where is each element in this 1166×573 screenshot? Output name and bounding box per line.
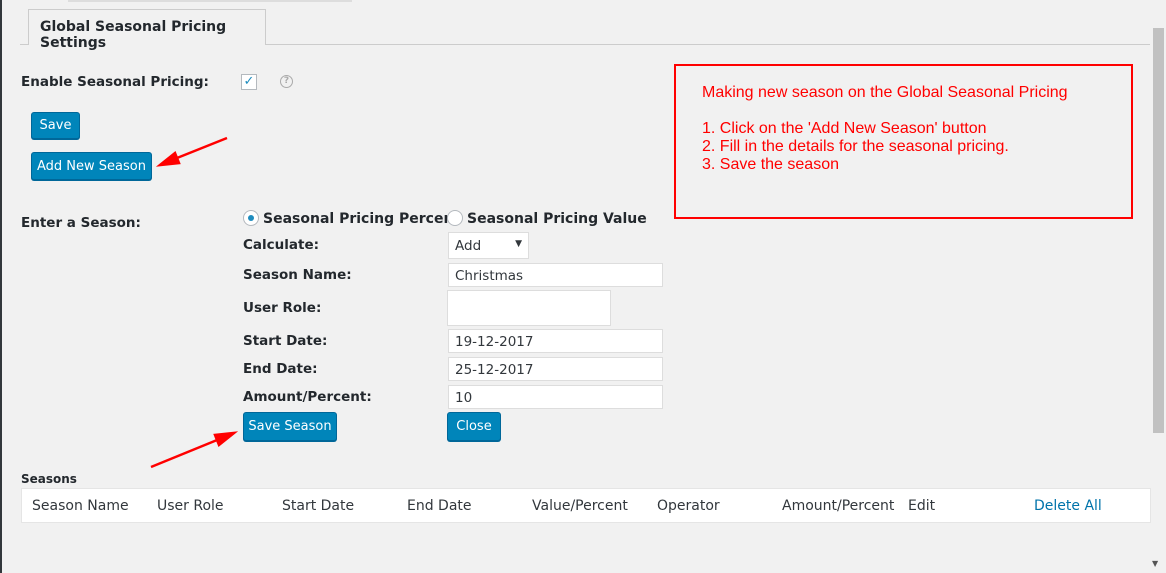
annotation-step: 1. Click on the 'Add New Season' button (702, 120, 987, 137)
user-role-input[interactable] (447, 290, 611, 326)
enable-seasonal-pricing-label: Enable Seasonal Pricing: (21, 74, 209, 90)
close-button[interactable]: Close (447, 412, 501, 441)
column-header: Operator (657, 498, 720, 514)
radio-value-label: Seasonal Pricing Value (467, 211, 647, 227)
start-date-label: Start Date: (243, 333, 328, 349)
amount-percent-label: Amount/Percent: (243, 389, 372, 405)
column-header: End Date (407, 498, 472, 514)
admin-sidebar-edge (0, 0, 2, 573)
column-header: Amount/Percent (782, 498, 895, 514)
delete-all-link[interactable]: Delete All (1034, 498, 1102, 514)
column-header: Start Date (282, 498, 355, 514)
save-button[interactable]: Save (31, 112, 80, 139)
annotation-step: 2. Fill in the details for the seasonal … (702, 138, 1009, 155)
top-divider (68, 0, 352, 2)
radio-seasonal-pricing-percent[interactable] (243, 210, 259, 226)
question-circle-icon[interactable]: ? (280, 75, 293, 88)
calculate-label: Calculate: (243, 237, 320, 253)
seasons-table-header: Season Name User Role Start Date End Dat… (21, 488, 1151, 523)
add-new-season-button[interactable]: Add New Season (31, 152, 152, 180)
red-arrow-add-season (155, 136, 228, 167)
user-role-label: User Role: (243, 300, 322, 316)
end-date-label: End Date: (243, 361, 318, 377)
column-header: Season Name (32, 498, 129, 514)
season-name-input[interactable]: Christmas (448, 263, 663, 287)
column-header: Value/Percent (532, 498, 628, 514)
amount-percent-input[interactable]: 10 (448, 385, 663, 409)
enable-seasonal-pricing-checkbox[interactable]: ✓ (241, 74, 257, 90)
season-name-label: Season Name: (243, 267, 352, 283)
column-header: User Role (157, 498, 224, 514)
seasons-title: Seasons (21, 472, 77, 486)
annotation-title: Making new season on the Global Seasonal… (702, 84, 1068, 101)
scroll-down-arrow-icon[interactable]: ▼ (1152, 559, 1158, 568)
annotation-step: 3. Save the season (702, 156, 839, 173)
instruction-annotation: Making new season on the Global Seasonal… (674, 64, 1133, 219)
tab-global-seasonal-pricing[interactable]: Global Seasonal Pricing Settings (28, 9, 266, 51)
calculate-select[interactable]: Add ▼ (448, 232, 529, 259)
end-date-input[interactable]: 25-12-2017 (448, 357, 663, 381)
column-header: Edit (908, 498, 936, 514)
start-date-input[interactable]: 19-12-2017 (448, 329, 663, 353)
dropdown-arrow-icon: ▼ (515, 239, 522, 249)
scrollbar-thumb[interactable] (1153, 28, 1164, 433)
red-arrow-save-season (150, 431, 239, 469)
radio-seasonal-pricing-value[interactable] (447, 210, 463, 226)
radio-percent-label: Seasonal Pricing Percent (263, 211, 461, 227)
save-season-button[interactable]: Save Season (243, 412, 337, 441)
calculate-value: Add (455, 238, 482, 254)
enter-season-label: Enter a Season: (21, 215, 141, 231)
